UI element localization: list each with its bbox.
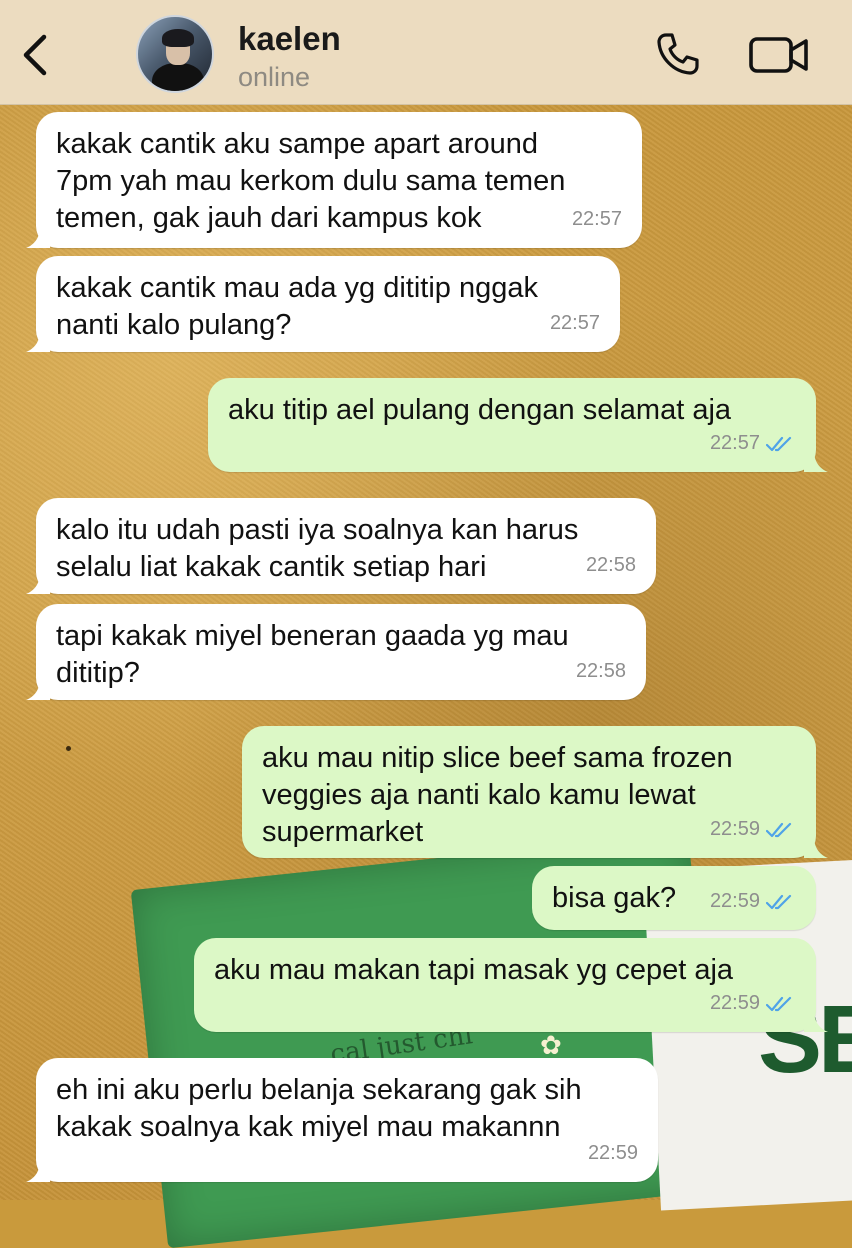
bubble-tail — [26, 330, 50, 352]
message-text: kakak cantik mau ada yg dititip nggak na… — [56, 272, 538, 341]
message-text: aku mau makan tapi masak yg cepet aja — [214, 954, 734, 986]
bubble-tail — [804, 836, 828, 858]
message-text: aku titip ael pulang dengan selamat aja — [228, 394, 732, 426]
message-time: 22:59 — [587, 1142, 638, 1164]
video-camera-icon[interactable] — [748, 34, 810, 76]
message-time: 22:57 — [709, 432, 760, 454]
message-text: eh ini aku perlu belanja sekarang gak si… — [56, 1074, 582, 1143]
message-time: 22:57 — [549, 312, 600, 334]
bubble-tail — [804, 1010, 828, 1032]
wallpaper-flower-icon: ✿ — [540, 1030, 562, 1060]
message-outgoing[interactable]: aku titip ael pulang dengan selamat aja … — [208, 378, 828, 472]
bubble-tail — [804, 450, 828, 472]
contact-avatar[interactable] — [136, 15, 214, 93]
read-receipt-icon — [766, 894, 792, 909]
read-receipt-icon — [766, 822, 792, 837]
bubble-tail — [26, 572, 50, 594]
chat-header: kaelen online — [0, 0, 852, 105]
wallpaper-dot — [66, 746, 71, 751]
message-outgoing[interactable]: aku mau makan tapi masak yg cepet aja 22… — [194, 938, 828, 1032]
message-text: kalo itu udah pasti iya soalnya kan haru… — [56, 514, 579, 583]
message-incoming[interactable]: tapi kakak miyel beneran gaada yg mau di… — [26, 604, 646, 700]
message-outgoing[interactable]: aku mau nitip slice beef sama frozen veg… — [242, 726, 828, 858]
bubble-tail — [26, 226, 50, 248]
message-time: 22:58 — [585, 554, 636, 576]
message-time: 22:59 — [709, 890, 760, 912]
bubble-tail — [26, 678, 50, 700]
message-time: 22:58 — [575, 660, 626, 682]
contact-name[interactable]: kaelen — [238, 20, 341, 58]
message-outgoing[interactable]: bisa gak? 22:59 — [532, 866, 816, 930]
message-time: 22:59 — [709, 992, 760, 1014]
read-receipt-icon — [766, 436, 792, 451]
message-text: kakak cantik aku sampe apart around 7pm … — [56, 128, 566, 234]
message-text: tapi kakak miyel beneran gaada yg mau di… — [56, 620, 569, 689]
message-time: 22:59 — [709, 818, 760, 840]
back-chevron-icon[interactable] — [20, 34, 50, 76]
bubble-tail — [26, 1160, 50, 1182]
message-incoming[interactable]: kakak cantik mau ada yg dititip nggak na… — [26, 256, 620, 352]
message-incoming[interactable]: kakak cantik aku sampe apart around 7pm … — [26, 112, 642, 248]
read-receipt-icon — [766, 996, 792, 1011]
message-incoming[interactable]: kalo itu udah pasti iya soalnya kan haru… — [26, 498, 656, 594]
message-incoming[interactable]: eh ini aku perlu belanja sekarang gak si… — [26, 1058, 658, 1182]
contact-status: online — [238, 62, 311, 92]
phone-icon[interactable] — [654, 30, 702, 78]
message-time: 22:57 — [571, 208, 622, 230]
